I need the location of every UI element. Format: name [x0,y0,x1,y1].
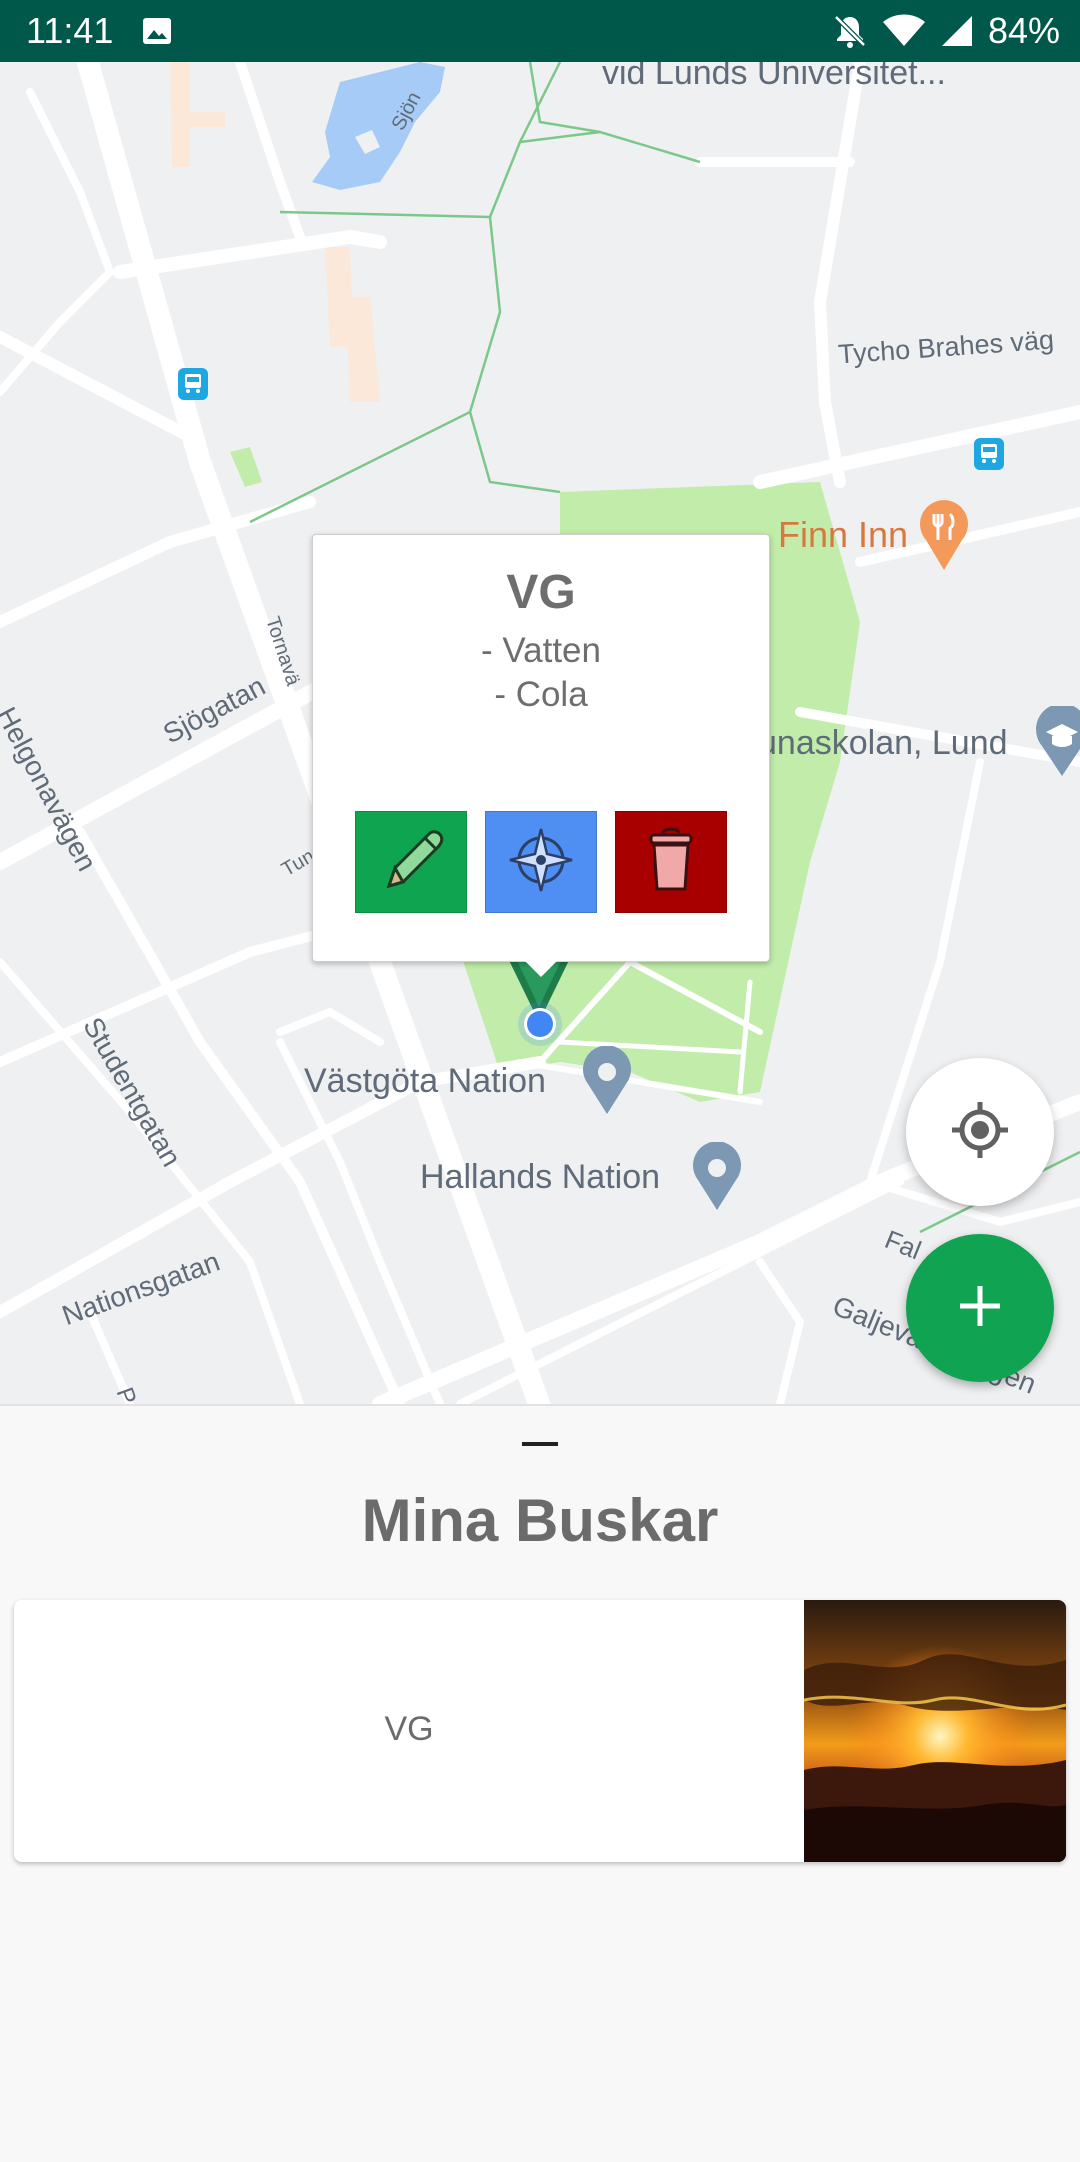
delete-button[interactable] [615,811,727,913]
poi-label-hallands[interactable]: Hallands Nation [420,1158,660,1197]
poi-label-vastgota[interactable]: Västgöta Nation [304,1062,546,1101]
poi-label-school[interactable]: unaskolan, Lund [758,724,1008,763]
edit-button[interactable] [355,811,467,913]
school-icon[interactable] [1032,703,1080,783]
my-location-button[interactable] [906,1058,1054,1206]
wifi-icon [882,14,926,48]
sheet-title: Mina Buskar [361,1487,719,1554]
compass-icon [506,825,576,900]
user-location-dot [516,1000,564,1053]
info-window-item: - Cola [494,675,588,714]
sheet-drag-handle[interactable] [522,1442,558,1446]
navigate-button[interactable] [485,811,597,913]
place-icon[interactable] [690,1141,744,1217]
info-window-items: - Vatten - Cola [313,629,769,717]
poi-label-finn-inn[interactable]: Finn Inn [778,514,908,556]
bush-card-name: VG [384,1710,434,1748]
status-bar: 11:41 84% [0,0,1080,62]
my-location-icon [950,1100,1010,1165]
bus-stop-icon[interactable] [178,368,208,405]
info-window-item: - Vatten [481,631,601,670]
place-icon[interactable] [580,1045,634,1121]
image-icon [142,17,172,50]
info-window-pointer [523,959,559,977]
bush-card[interactable]: VG [14,1600,1066,1862]
restaurant-icon[interactable] [916,500,972,577]
pencil-icon [375,824,447,901]
bottom-sheet[interactable]: Mina Buskar VG [0,1404,1080,2162]
marker-info-window: VG - Vatten - Cola [312,534,770,977]
bus-stop-icon[interactable] [974,438,1004,475]
status-time: 11:41 [26,10,114,51]
trash-icon [643,825,699,900]
battery-text: 84% [987,10,1060,51]
info-window-title: VG [506,566,576,619]
map-label-university: vid Lunds Universitet... [602,62,946,92]
bush-card-image [803,1600,1066,1862]
map-view[interactable]: vid Lunds Universitet... Sjön Tycho Brah… [0,62,1080,1404]
status-right: 84% [832,10,1060,52]
add-bush-button[interactable] [906,1234,1054,1382]
mute-icon [832,13,868,49]
signal-icon [940,14,974,48]
plus-icon [958,1284,1002,1333]
